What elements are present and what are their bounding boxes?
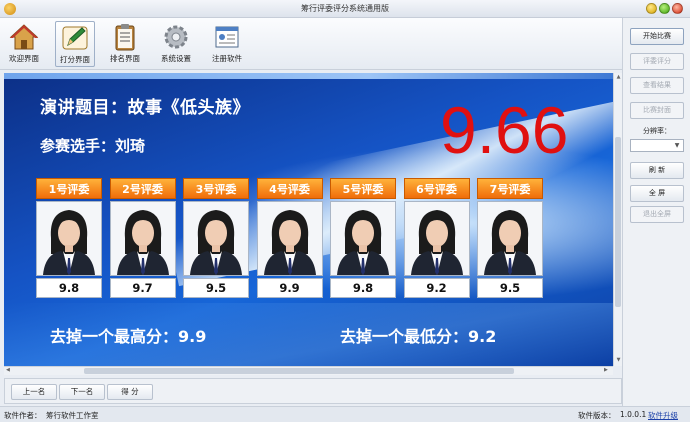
start-match-button[interactable]: 开始比赛 — [630, 28, 684, 45]
judge-card: 7号评委 9.5 — [477, 178, 543, 298]
person-portrait-icon — [331, 202, 395, 275]
horizontal-scrollbar[interactable]: ◀ ▶ — [4, 366, 613, 375]
judge-label: 2号评委 — [109, 178, 176, 199]
scroll-right-icon[interactable]: ▶ — [604, 367, 608, 373]
toolbar-scoring[interactable]: 打分界面 — [55, 21, 95, 67]
judge-label: 7号评委 — [477, 178, 543, 199]
person-portrait-icon — [404, 202, 469, 275]
judge-score: 9.2 — [403, 278, 470, 298]
next-contestant-button[interactable]: 下一名 — [59, 384, 105, 400]
judge-card: 1号评委 9.8 — [36, 178, 102, 298]
judge-photo — [183, 201, 249, 276]
gear-icon — [164, 25, 188, 49]
judge-photo — [256, 201, 323, 276]
person-portrait-icon — [184, 202, 248, 275]
refresh-button[interactable]: 刷 新 — [630, 162, 684, 179]
judge-card: 5号评委 9.8 — [330, 178, 396, 298]
person-portrait-icon — [110, 202, 175, 275]
author-label: 软件作者： — [4, 411, 42, 420]
judge-card: 3号评委 9.5 — [183, 178, 249, 298]
judge-photo — [109, 201, 176, 276]
scroll-thumb[interactable] — [615, 137, 621, 307]
judge-score: 9.7 — [109, 278, 176, 298]
stage-top-stripe — [4, 73, 613, 79]
score-button[interactable]: 得 分 — [107, 384, 153, 400]
judge-score: 9.8 — [36, 278, 102, 298]
contestant-name: 参赛选手：刘琦 — [40, 137, 146, 155]
view-result-button[interactable]: 查看结果 — [630, 77, 684, 94]
toolbar-label: 注册软件 — [212, 54, 242, 63]
version-label: 软件版本： — [578, 411, 616, 420]
fullscreen-button[interactable]: 全 屏 — [630, 185, 684, 202]
toolbar-ranking[interactable]: 排名界面 — [105, 21, 145, 67]
scroll-thumb[interactable] — [84, 368, 514, 374]
judge-photo — [36, 201, 102, 276]
toolbar-label: 欢迎界面 — [9, 54, 39, 63]
scroll-up-icon[interactable]: ▲ — [614, 74, 623, 80]
title-bar: 筹行评委评分系统通用版 — [0, 0, 690, 18]
judge-card: 6号评委 9.2 — [403, 178, 470, 298]
judge-score-button[interactable]: 评委评分 — [630, 53, 684, 70]
control-panel: 开始比赛 评委评分 查看结果 比赛封面 分辨率： ▼ 刷 新 全 屏 退出全屏 — [622, 18, 690, 406]
judge-score: 9.9 — [256, 278, 323, 298]
window-title: 筹行评委评分系统通用版 — [301, 4, 389, 13]
judge-label: 5号评委 — [330, 178, 396, 199]
register-icon — [215, 26, 239, 48]
person-portrait-icon — [257, 202, 322, 275]
person-portrait-icon — [37, 202, 101, 275]
status-bar: 软件作者： 筹行软件工作室 软件版本： 1.0.0.1 软件升级 — [0, 406, 690, 422]
author-name: 筹行软件工作室 — [46, 411, 99, 420]
final-score: 9.66 — [440, 93, 569, 167]
navigation-bar: 上一名 下一名 得 分 — [4, 378, 622, 404]
upgrade-link[interactable]: 软件升级 — [648, 410, 678, 421]
judge-photo — [477, 201, 543, 276]
exit-fullscreen-button[interactable]: 退出全屏 — [630, 206, 684, 223]
toolbar: 欢迎界面 打分界面 排名界面 系统设置 注册软件 — [0, 18, 622, 70]
toolbar-settings[interactable]: 系统设置 — [156, 21, 196, 67]
vertical-scrollbar[interactable]: ▲ ▼ — [613, 73, 622, 366]
judge-label: 3号评委 — [183, 178, 249, 199]
judge-label: 1号评委 — [36, 178, 102, 199]
speech-topic: 演讲题目：故事《低头族》 — [40, 98, 250, 118]
toolbar-label: 排名界面 — [110, 54, 140, 63]
scroll-left-icon[interactable]: ◀ — [6, 367, 10, 373]
drop-highest-score: 去掉一个最高分：9.9 — [50, 327, 207, 346]
clipboard-icon — [115, 24, 135, 51]
judge-score: 9.5 — [183, 278, 249, 298]
pencil-icon — [62, 26, 88, 50]
version-number: 1.0.0.1 — [620, 410, 647, 419]
close-button[interactable] — [672, 3, 683, 14]
chevron-down-icon[interactable]: ▼ — [672, 141, 682, 150]
toolbar-label: 打分界面 — [60, 55, 90, 64]
cover-button[interactable]: 比赛封面 — [630, 102, 684, 119]
toolbar-register[interactable]: 注册软件 — [207, 21, 247, 67]
toolbar-welcome[interactable]: 欢迎界面 — [4, 21, 44, 67]
scoring-stage: 演讲题目：故事《低头族》 参赛选手：刘琦 9.66 1号评委 9.8 2号评委 9.7… — [4, 73, 613, 366]
judge-label: 6号评委 — [403, 178, 470, 199]
minimize-button[interactable] — [646, 3, 657, 14]
house-icon — [9, 24, 39, 50]
maximize-button[interactable] — [659, 3, 670, 14]
person-portrait-icon — [478, 202, 542, 275]
judge-score: 9.8 — [330, 278, 396, 298]
scroll-down-icon[interactable]: ▼ — [614, 357, 623, 363]
judge-card: 4号评委 9.9 — [256, 178, 323, 298]
drop-lowest-score: 去掉一个最低分：9.2 — [340, 327, 497, 346]
resolution-select[interactable]: ▼ — [630, 139, 684, 152]
prev-contestant-button[interactable]: 上一名 — [11, 384, 57, 400]
judge-label: 4号评委 — [256, 178, 323, 199]
judge-photo — [330, 201, 396, 276]
judge-score: 9.5 — [477, 278, 543, 298]
judge-card: 2号评委 9.7 — [109, 178, 176, 298]
judge-photo — [403, 201, 470, 276]
toolbar-label: 系统设置 — [161, 54, 191, 63]
resolution-label: 分辨率： — [643, 127, 671, 135]
